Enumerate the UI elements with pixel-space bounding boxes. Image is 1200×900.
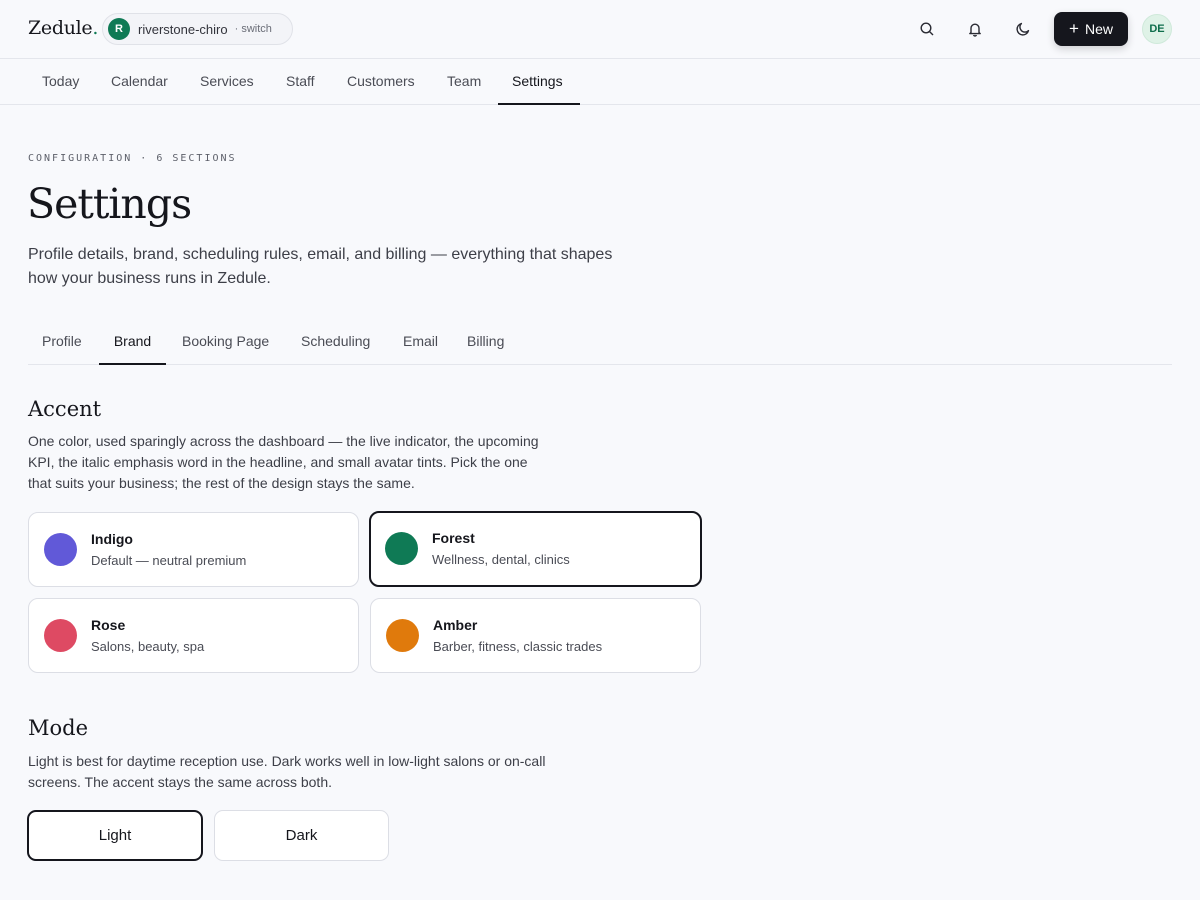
nav-item-settings[interactable]: Settings: [498, 59, 580, 105]
accent-option-description: Barber, fitness, classic trades: [433, 639, 603, 654]
nav-item-staff[interactable]: Staff: [286, 59, 315, 105]
accent-option-description: Wellness, dental, clinics: [432, 552, 570, 567]
settings-tabs: Profile Brand Booking Page Scheduling Em…: [28, 318, 1172, 365]
theme-toggle-button[interactable]: [1007, 13, 1039, 45]
nav-item-calendar[interactable]: Calendar: [111, 59, 168, 105]
tab-profile[interactable]: Profile: [42, 318, 82, 365]
accent-option-name: Rose: [91, 617, 126, 633]
accent-option-rose[interactable]: Rose Salons, beauty, spa: [28, 598, 359, 673]
nav-item-customers[interactable]: Customers: [347, 59, 415, 105]
main-nav: Today Calendar Services Staff Customers …: [0, 59, 1200, 105]
mode-section-title: Mode: [28, 716, 89, 740]
logo-text: Zedule: [28, 17, 93, 39]
tab-booking-page[interactable]: Booking Page: [182, 318, 269, 365]
workspace-badge: R: [108, 18, 130, 40]
search-icon: [920, 22, 934, 36]
accent-option-name: Indigo: [91, 531, 133, 547]
indigo-swatch: [44, 533, 77, 566]
page-eyebrow: CONFIGURATION · 6 SECTIONS: [28, 153, 237, 164]
accent-section-description: One color, used sparingly across the das…: [28, 433, 539, 491]
forest-swatch: [385, 532, 418, 565]
top-bar: Zedule. R riverstone-chiro · switch + Ne…: [0, 0, 1200, 59]
accent-option-description: Default — neutral premium: [91, 553, 247, 568]
accent-option-name: Amber: [433, 617, 478, 633]
tab-scheduling[interactable]: Scheduling: [301, 318, 370, 365]
accent-option-description: Salons, beauty, spa: [91, 639, 205, 654]
bell-icon: [969, 23, 981, 37]
moon-icon: [1016, 22, 1030, 36]
accent-option-amber[interactable]: Amber Barber, fitness, classic trades: [370, 598, 701, 673]
accent-option-indigo[interactable]: Indigo Default — neutral premium: [28, 512, 359, 587]
plus-icon: +: [1069, 18, 1079, 38]
workspace-switcher[interactable]: R riverstone-chiro · switch: [102, 13, 293, 45]
tab-billing[interactable]: Billing: [467, 318, 504, 365]
tab-brand[interactable]: Brand: [99, 318, 166, 365]
mode-light-button[interactable]: Light: [27, 810, 203, 861]
page-title: Settings: [27, 180, 192, 228]
new-button-label: New: [1084, 21, 1113, 37]
user-avatar[interactable]: DE: [1142, 14, 1172, 44]
app-logo[interactable]: Zedule.: [28, 17, 98, 39]
tab-email[interactable]: Email: [403, 318, 438, 365]
mode-section-description: Light is best for daytime reception use.…: [28, 753, 546, 790]
nav-item-services[interactable]: Services: [200, 59, 254, 105]
search-button[interactable]: [911, 13, 943, 45]
logo-dot: .: [92, 17, 99, 39]
workspace-switch-label: · switch: [234, 23, 272, 35]
accent-option-name: Forest: [432, 530, 475, 546]
workspace-name: riverstone-chiro: [138, 21, 228, 37]
nav-item-team[interactable]: Team: [447, 59, 481, 105]
mode-dark-button[interactable]: Dark: [214, 810, 389, 861]
nav-item-today[interactable]: Today: [42, 59, 79, 105]
accent-section-title: Accent: [28, 397, 102, 421]
notifications-button[interactable]: [959, 13, 991, 45]
page-description: Profile details, brand, scheduling rules…: [28, 246, 613, 287]
rose-swatch: [44, 619, 77, 652]
new-button[interactable]: + New: [1054, 12, 1128, 46]
amber-swatch: [386, 619, 419, 652]
accent-option-forest[interactable]: Forest Wellness, dental, clinics: [369, 511, 702, 587]
